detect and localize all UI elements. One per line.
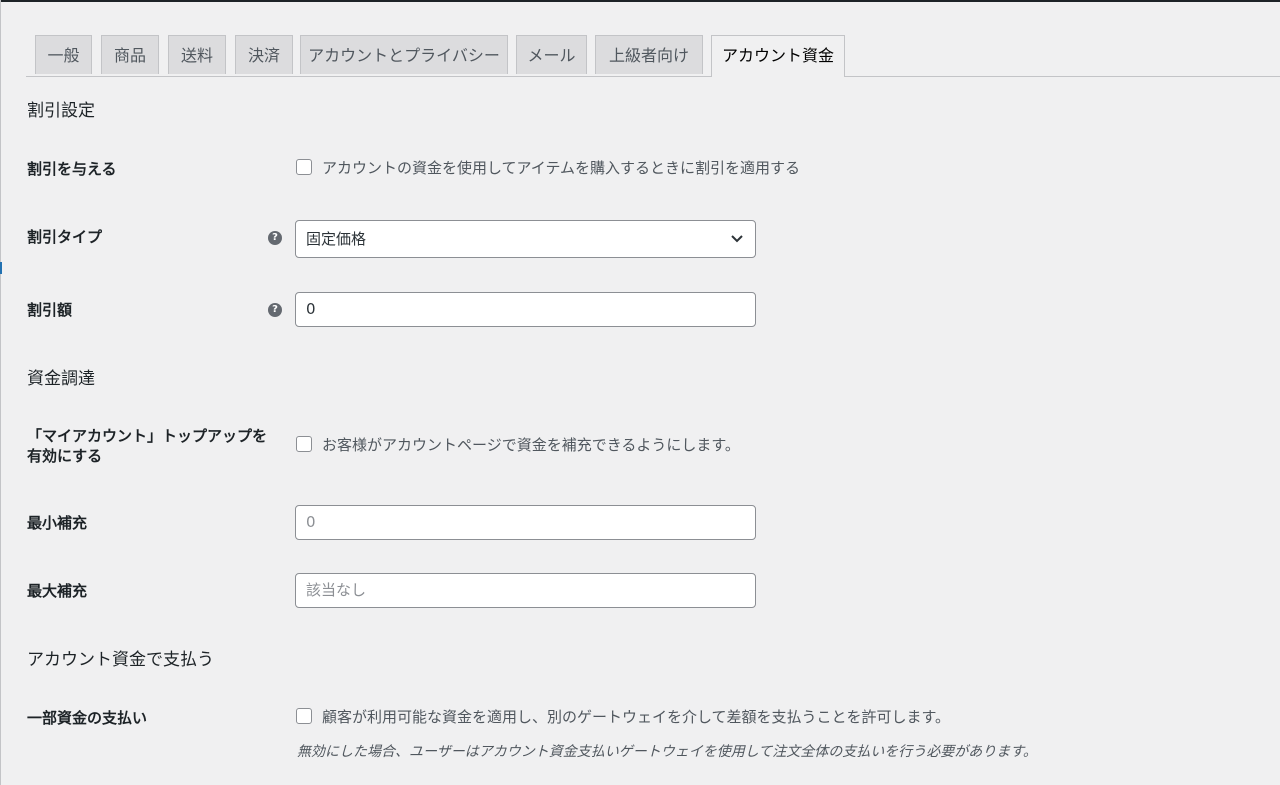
tab-accounts-privacy[interactable]: アカウントとプライバシー xyxy=(300,35,508,74)
settings-tabs: 一般 商品 送料 決済 アカウントとプライバシー メール 上級者向け アカウント… xyxy=(26,35,1280,77)
topup-label-line1: 「マイアカウント」トップアップを xyxy=(27,427,268,445)
partial-payment-checkbox[interactable] xyxy=(296,708,312,724)
chevron-down-icon xyxy=(731,235,743,243)
tab-advanced[interactable]: 上級者向け xyxy=(595,35,703,74)
discount-amount-label: 割引額 xyxy=(27,301,73,319)
give-discount-checkbox[interactable] xyxy=(296,159,312,175)
tab-products[interactable]: 商品 xyxy=(101,35,159,74)
min-topup-label: 最小補充 xyxy=(27,514,88,532)
help-icon[interactable]: ? xyxy=(268,303,282,317)
max-topup-label: 最大補充 xyxy=(27,582,88,600)
partial-payment-note: 無効にした場合、ユーザーはアカウント資金支払いゲートウェイを使用して注文全体の支… xyxy=(297,744,1037,760)
discount-type-value: 固定価格 xyxy=(306,230,367,248)
discount-amount-input[interactable]: 0 xyxy=(295,292,756,327)
tab-payments[interactable]: 決済 xyxy=(235,35,293,74)
topup-label-line2: 有効にする xyxy=(27,447,103,465)
give-discount-label: 割引を与える xyxy=(27,160,117,178)
left-edge xyxy=(0,0,1,785)
section-title-discount: 割引設定 xyxy=(27,101,95,121)
tab-account-funds[interactable]: アカウント資金 xyxy=(711,35,845,77)
tab-general[interactable]: 一般 xyxy=(35,35,92,74)
partial-payment-label: 一部資金の支払い xyxy=(27,709,148,727)
help-icon[interactable]: ? xyxy=(268,231,282,245)
left-edge-marker xyxy=(0,262,2,274)
section-title-pay: アカウント資金で支払う xyxy=(27,650,214,670)
topup-checkbox[interactable] xyxy=(296,436,312,452)
tab-shipping[interactable]: 送料 xyxy=(168,35,226,74)
discount-type-label: 割引タイプ xyxy=(27,228,103,246)
topup-description: お客様がアカウントページで資金を補充できるようにします。 xyxy=(322,436,740,454)
give-discount-description: アカウントの資金を使用してアイテムを購入するときに割引を適用する xyxy=(322,159,801,177)
min-topup-input[interactable]: 0 xyxy=(295,505,756,540)
section-title-funding: 資金調達 xyxy=(27,369,95,389)
partial-payment-description: 顧客が利用可能な資金を適用し、別のゲートウェイを介して差額を支払うことを許可しま… xyxy=(322,708,951,726)
tab-emails[interactable]: メール xyxy=(516,35,587,74)
discount-type-select[interactable]: 固定価格 xyxy=(295,220,756,258)
max-topup-input[interactable]: 該当なし xyxy=(295,573,756,608)
top-border xyxy=(0,0,1280,2)
